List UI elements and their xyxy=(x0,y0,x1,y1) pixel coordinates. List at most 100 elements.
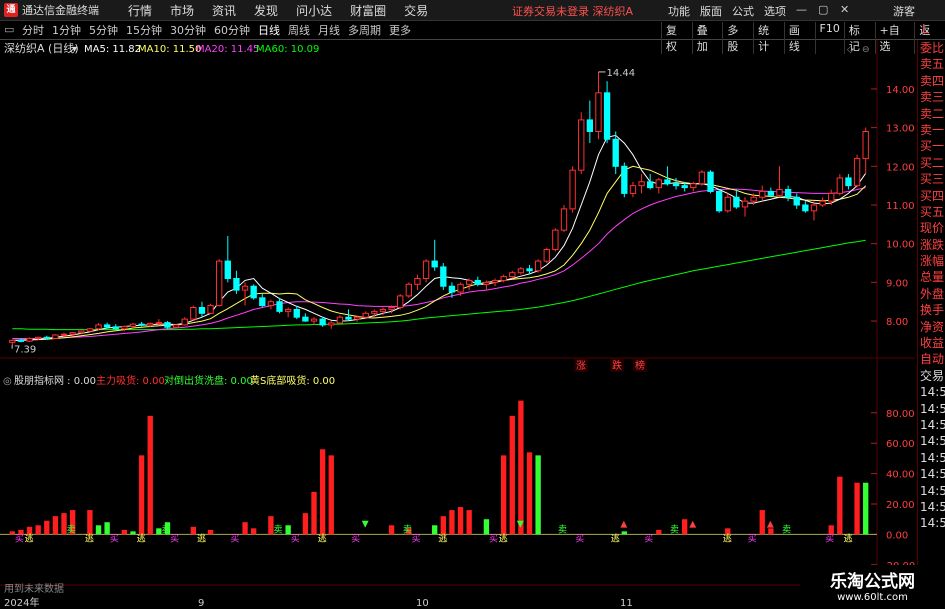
candle-down xyxy=(440,266,447,287)
indicator-bar-red xyxy=(500,455,507,535)
menu-gongshi[interactable]: 公式 xyxy=(727,3,759,19)
candle-up xyxy=(371,310,378,314)
tab-daily[interactable]: 日线 xyxy=(254,22,284,38)
candle-up xyxy=(397,295,404,309)
indicator-bar-red xyxy=(147,415,153,535)
ma60-line xyxy=(12,239,866,331)
tab-15min[interactable]: 15分钟 xyxy=(122,22,166,38)
top-signal-label: 逃 xyxy=(318,532,327,544)
candle-up xyxy=(147,322,154,326)
candle-up xyxy=(267,301,275,307)
ma-dropdown-icon[interactable]: ▾ xyxy=(72,44,77,55)
indicator-s2: 对倒出货洗盘: 0.00 xyxy=(164,374,253,387)
candle-down xyxy=(612,138,619,167)
candle-up xyxy=(810,204,818,212)
candle-up xyxy=(457,283,464,293)
tab-30min[interactable]: 30分钟 xyxy=(166,22,210,38)
tab-60min[interactable]: 60分钟 xyxy=(210,22,254,38)
close-icon[interactable]: ✕ xyxy=(840,3,849,16)
menu-faxian[interactable]: 发现 xyxy=(245,2,287,19)
panel-toggle-icon[interactable]: ▭ xyxy=(4,23,14,36)
side-auto[interactable]: 自动 xyxy=(918,351,945,367)
side-time-0: 14:56 xyxy=(920,385,945,400)
candle-down xyxy=(103,324,111,328)
ma20-label: MA20: 11.45 xyxy=(196,44,259,55)
candle-down xyxy=(733,196,740,208)
side-time-7: 14:56 xyxy=(920,499,945,514)
side-weibi: 委比 xyxy=(920,41,945,55)
ma5-line xyxy=(12,134,867,341)
indicator-title: 股朋指标网 : 0.00 xyxy=(14,374,96,387)
x-axis-month-11: 11 xyxy=(620,598,633,609)
badge-die[interactable]: 跌 xyxy=(612,359,622,372)
up-arrow-icon: ▲ xyxy=(689,519,696,529)
buy-signal-label: 买 xyxy=(351,533,360,544)
side-time-1: 14:56 xyxy=(920,401,945,416)
indicator-bar-red xyxy=(466,510,472,535)
menu-banmian[interactable]: 版面 xyxy=(695,3,727,19)
badge-bang[interactable]: 榜 xyxy=(635,359,645,372)
tab-multi-period[interactable]: 多周期 xyxy=(344,22,385,38)
side-sell4: 卖四 xyxy=(920,73,945,88)
candle-up xyxy=(776,189,783,196)
panel-letter-l[interactable]: L xyxy=(922,22,929,36)
indicator-s3: 黄S底部吸货: 0.00 xyxy=(250,374,335,387)
menu-wenxiaoda[interactable]: 问小达 xyxy=(287,2,341,19)
ma10-line xyxy=(12,165,867,341)
side-outer: 外盘 xyxy=(920,286,945,301)
tab-5min[interactable]: 5分钟 xyxy=(85,22,122,38)
candle-up xyxy=(190,307,197,320)
indicator-toggle-icon[interactable]: ◎ xyxy=(3,376,12,387)
side-trade[interactable]: 交易 xyxy=(918,368,945,384)
candle-up xyxy=(819,200,826,206)
trade-status-warning[interactable]: 证券交易未登录 深纺织A xyxy=(512,3,633,19)
candle-up xyxy=(578,119,585,171)
menu-xuanxiang[interactable]: 选项 xyxy=(759,3,791,19)
tab-1min[interactable]: 1分钟 xyxy=(48,22,85,38)
kline-chart[interactable]: 14.00 13.00 12.00 11.00 10.00 9.00 8.00 80.00 60… xyxy=(0,40,915,609)
menu-jiaoyi[interactable]: 交易 xyxy=(395,2,437,19)
indicator-bar-green xyxy=(104,522,110,535)
menu-caifuquan[interactable]: 财富圈 xyxy=(341,2,395,19)
main-y-tick-label: 10.00 xyxy=(886,240,915,251)
buy-signal-label: 买 xyxy=(644,533,653,544)
menu-shichang[interactable]: 市场 xyxy=(161,2,203,19)
diamond-icon[interactable]: ◇ xyxy=(847,45,854,55)
zoom-out-icon[interactable]: ⊖ xyxy=(862,45,870,55)
candle-up xyxy=(629,185,637,194)
candle-up xyxy=(95,324,102,330)
sell-signal-label: 卖 xyxy=(67,524,76,535)
tab-fenshi[interactable]: 分时 xyxy=(18,22,48,38)
indicator-bar-red xyxy=(854,482,860,535)
high-price-label: 14.44 xyxy=(606,68,635,79)
menu-gongneng[interactable]: 功能 xyxy=(663,3,695,19)
watermark-title: 乐淘公式网 xyxy=(830,572,915,592)
tab-weekly[interactable]: 周线 xyxy=(284,22,314,38)
candle-up xyxy=(465,279,473,285)
candle-up xyxy=(69,332,76,335)
candle-up xyxy=(52,334,59,339)
candle-down xyxy=(672,183,680,187)
minimize-icon[interactable]: — xyxy=(796,3,807,16)
indicator-bar-green xyxy=(285,525,291,535)
side-price: 现价 xyxy=(920,221,945,236)
candle-down xyxy=(802,204,809,212)
restore-icon[interactable]: ▢ xyxy=(818,3,828,16)
tab-monthly[interactable]: 月线 xyxy=(314,22,344,38)
tab-more[interactable]: 更多 xyxy=(385,22,415,38)
indicator-bar-red xyxy=(87,510,93,535)
indicator-bar-green xyxy=(535,455,541,535)
candle-up xyxy=(862,131,869,160)
main-y-tick-label: 11.00 xyxy=(886,201,915,212)
candle-up xyxy=(284,308,292,312)
guest-label[interactable]: 游客 xyxy=(893,3,915,19)
sub-y-tick-label: 60.00 xyxy=(886,439,915,450)
down-arrow-icon: ▼ xyxy=(517,519,524,529)
menu-hangqing[interactable]: 行情 xyxy=(119,2,161,19)
candle-up xyxy=(655,179,662,189)
candle-up xyxy=(207,305,214,314)
candle-up xyxy=(750,196,757,202)
menu-zixun[interactable]: 资讯 xyxy=(203,2,245,19)
candle-down xyxy=(293,308,300,318)
badge-zhang[interactable]: 涨 xyxy=(576,360,586,372)
